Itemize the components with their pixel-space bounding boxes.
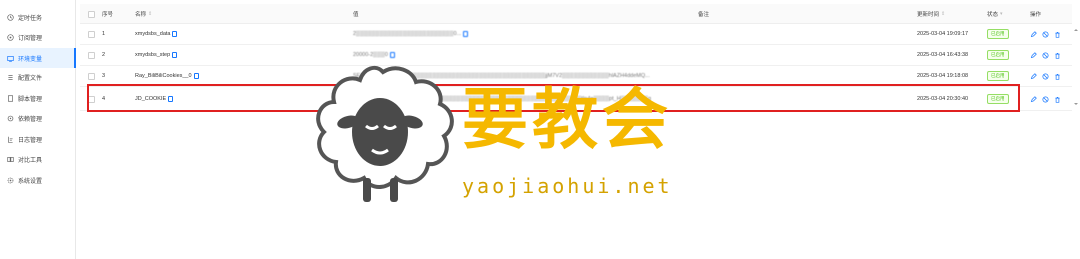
copy-icon[interactable] — [389, 52, 395, 58]
dependency-icon — [6, 114, 14, 122]
status-badge: 已启用 — [987, 66, 1009, 86]
row-name: xmydsbs_step — [135, 45, 178, 65]
delete-icon[interactable] — [1054, 96, 1061, 103]
sidebar-item-env[interactable]: 环境变量 — [0, 48, 76, 68]
sidebar-item-logs[interactable]: 日志管理 — [0, 129, 76, 149]
header-remark: 备注 — [698, 12, 710, 18]
edit-icon[interactable] — [1030, 72, 1037, 80]
row-checkbox[interactable] — [88, 24, 95, 44]
status-badge: 已启用 — [987, 45, 1009, 65]
clock-icon — [6, 13, 14, 21]
settings-icon — [6, 176, 14, 184]
row-value: 2▒▒▒▒▒▒▒▒▒▒▒▒▒▒▒▒▒▒▒▒▒▒▒▒▒0... — [353, 24, 469, 44]
edit-icon[interactable] — [1030, 51, 1037, 59]
subscribe-icon — [6, 33, 14, 41]
row-checkbox[interactable] — [88, 45, 95, 65]
disable-icon[interactable] — [1042, 51, 1049, 59]
row-name: Ray_BiliBiliCookies__0 — [135, 66, 199, 86]
sidebar-item-label: 配置文件 — [18, 75, 43, 82]
status-badge: 已启用 — [987, 24, 1009, 44]
header-actions: 操作 — [1030, 12, 1042, 18]
sidebar-item-config[interactable]: 配置文件 — [0, 67, 76, 87]
sidebar-item-diff[interactable]: 对比工具 — [0, 149, 76, 169]
table-row: 1 xmydsbs_data 2▒▒▒▒▒▒▒▒▒▒▒▒▒▒▒▒▒▒▒▒▒▒▒▒… — [80, 24, 1072, 45]
row-actions — [1030, 87, 1061, 111]
disable-icon[interactable] — [1042, 95, 1049, 103]
row-actions — [1030, 66, 1061, 86]
sidebar-item-label: 日志管理 — [18, 137, 43, 144]
row-actions — [1030, 45, 1061, 65]
row-checkbox[interactable] — [88, 66, 95, 86]
row-index: 1 — [102, 31, 106, 37]
sidebar-item-label: 订阅管理 — [18, 35, 43, 42]
table-header: 序号 名称 ⇕ 值 备注 更新时间 ⇕ 状态 ▾ 操作 — [80, 4, 1072, 24]
sidebar-item-label: 对比工具 — [18, 157, 43, 164]
sidebar-item-subscribe[interactable]: 订阅管理 — [0, 27, 76, 47]
sidebar-item-label: 脚本管理 — [18, 96, 43, 103]
delete-icon[interactable] — [1054, 73, 1061, 80]
copy-icon[interactable] — [463, 31, 469, 37]
vertical-scrollbar[interactable] — [1073, 28, 1079, 106]
header-updated[interactable]: 更新时间 ⇕ — [917, 4, 945, 24]
watermark-url: yaojiaohui.net — [462, 174, 673, 198]
copy-icon[interactable] — [193, 73, 199, 79]
app-window: 定时任务 订阅管理 环境变量 配置文件 脚本管理 依赖管理 日志管理 对比工具 — [0, 0, 1080, 259]
row-index: 2 — [102, 52, 106, 58]
row-updated: 2025-03-04 19:18:08 — [917, 73, 969, 79]
delete-icon[interactable] — [1054, 31, 1061, 38]
table-row: 2 xmydsbs_step 20000-2▒▒▒0 2025-03-04 16… — [80, 45, 1072, 66]
row-updated: 2025-03-04 19:09:17 — [917, 31, 969, 37]
copy-icon[interactable] — [172, 52, 178, 58]
header-value: 值 — [353, 12, 359, 18]
config-icon — [6, 73, 14, 81]
row-name: xmydsbs_data — [135, 24, 178, 44]
sidebar-item-scripts[interactable]: 脚本管理 — [0, 88, 76, 108]
delete-icon[interactable] — [1054, 52, 1061, 59]
header-index: 序号 — [102, 12, 114, 18]
sidebar-item-label: 环境变量 — [18, 56, 43, 63]
watermark-title: 要教会 — [462, 81, 672, 158]
sidebar-item-settings[interactable]: 系统设置 — [0, 170, 76, 190]
sidebar-item-label: 定时任务 — [18, 15, 43, 22]
sidebar-item-dependency[interactable]: 依赖管理 — [0, 108, 76, 128]
row-updated: 2025-03-04 16:43:38 — [917, 52, 969, 58]
sheep-logo-icon — [316, 65, 454, 202]
row-actions — [1030, 24, 1061, 44]
env-icon — [6, 54, 14, 62]
edit-icon[interactable] — [1030, 30, 1037, 38]
disable-icon[interactable] — [1042, 72, 1049, 80]
sidebar-item-label: 系统设置 — [18, 178, 43, 185]
select-all-checkbox[interactable] — [88, 4, 95, 24]
sidebar-item-cron[interactable]: 定时任务 — [0, 7, 76, 27]
row-index: 3 — [102, 73, 106, 79]
copy-icon[interactable] — [172, 31, 178, 37]
disable-icon[interactable] — [1042, 30, 1049, 38]
edit-icon[interactable] — [1030, 95, 1037, 103]
sidebar-item-label: 依赖管理 — [18, 116, 43, 123]
header-name[interactable]: 名称 ⇕ — [135, 4, 152, 24]
sidebar: 定时任务 订阅管理 环境变量 配置文件 脚本管理 依赖管理 日志管理 对比工具 — [0, 0, 76, 259]
diff-icon — [6, 155, 14, 163]
header-status[interactable]: 状态 ▾ — [987, 4, 1003, 24]
script-icon — [6, 94, 14, 102]
log-icon — [6, 135, 14, 143]
